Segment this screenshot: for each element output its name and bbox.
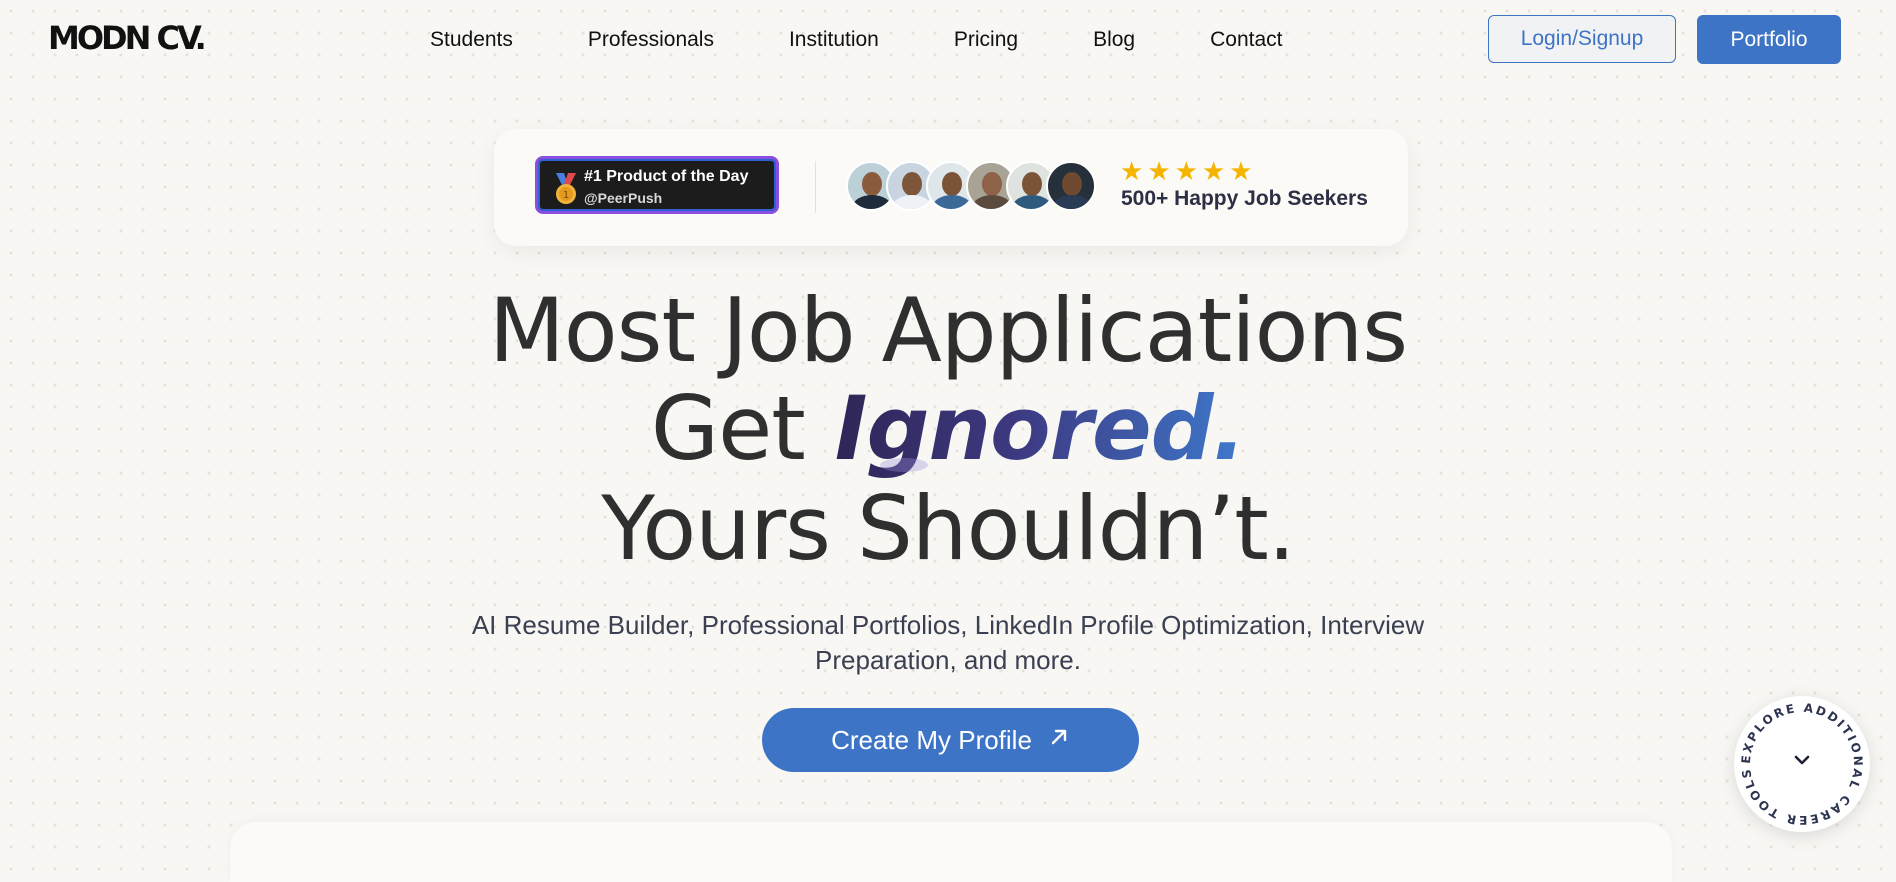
nav-link-professionals[interactable]: Professionals [588, 24, 714, 56]
arrow-up-right-icon [1048, 726, 1070, 755]
nav-link-contact[interactable]: Contact [1210, 24, 1282, 56]
badge-source: @PeerPush [584, 190, 663, 206]
medal-icon: 1 [556, 173, 576, 204]
product-of-day-badge[interactable]: 1 #1 Product of the Day @PeerPush [535, 156, 779, 214]
star-icon: ★ [1147, 156, 1171, 186]
hero-headline-line1: Most Job Applications [488, 279, 1408, 382]
main-nav: Students Professionals Institution Prici… [430, 24, 1282, 56]
login-signup-button[interactable]: Login/Signup [1488, 15, 1676, 63]
explore-career-tools-button[interactable]: EXPLORE ADDITIONAL CAREER TOOLS • [1734, 696, 1870, 832]
hero-headline-prefix: Get [650, 377, 806, 480]
create-profile-label: Create My Profile [831, 724, 1032, 755]
avatar [1046, 161, 1096, 211]
nav-link-students[interactable]: Students [430, 24, 513, 56]
nav-link-blog[interactable]: Blog [1093, 24, 1135, 56]
divider [815, 161, 816, 213]
brand-logo[interactable]: MODN CV. [48, 20, 207, 56]
star-icon: ★ [1120, 156, 1144, 186]
star-icon: ★ [1174, 156, 1198, 186]
rating-stars: ★ ★ ★ ★ ★ [1120, 156, 1253, 186]
hero-headline-line3: Yours Shouldn’t. [601, 477, 1295, 580]
avatar-group [846, 161, 1096, 211]
hero-headline-line2: Get Ignored. [0, 380, 1896, 478]
nav-link-pricing[interactable]: Pricing [954, 24, 1018, 56]
social-proof-card: 1 #1 Product of the Day @PeerPush ★ ★ ★ … [494, 129, 1408, 246]
star-icon: ★ [1201, 156, 1226, 186]
badge-title: #1 Product of the Day [584, 168, 749, 185]
create-profile-button[interactable]: Create My Profile [762, 708, 1139, 772]
hero-subtext: AI Resume Builder, Professional Portfoli… [471, 610, 1425, 675]
content-card-preview [230, 822, 1672, 882]
chevron-down-icon [1794, 755, 1810, 765]
portfolio-button[interactable]: Portfolio [1697, 15, 1841, 64]
nav-link-institution[interactable]: Institution [789, 24, 879, 56]
svg-text:1: 1 [563, 190, 569, 201]
star-icon: ★ [1229, 156, 1253, 186]
highlight-underline [880, 458, 928, 472]
happy-job-seekers-text: 500+ Happy Job Seekers [1121, 187, 1368, 210]
